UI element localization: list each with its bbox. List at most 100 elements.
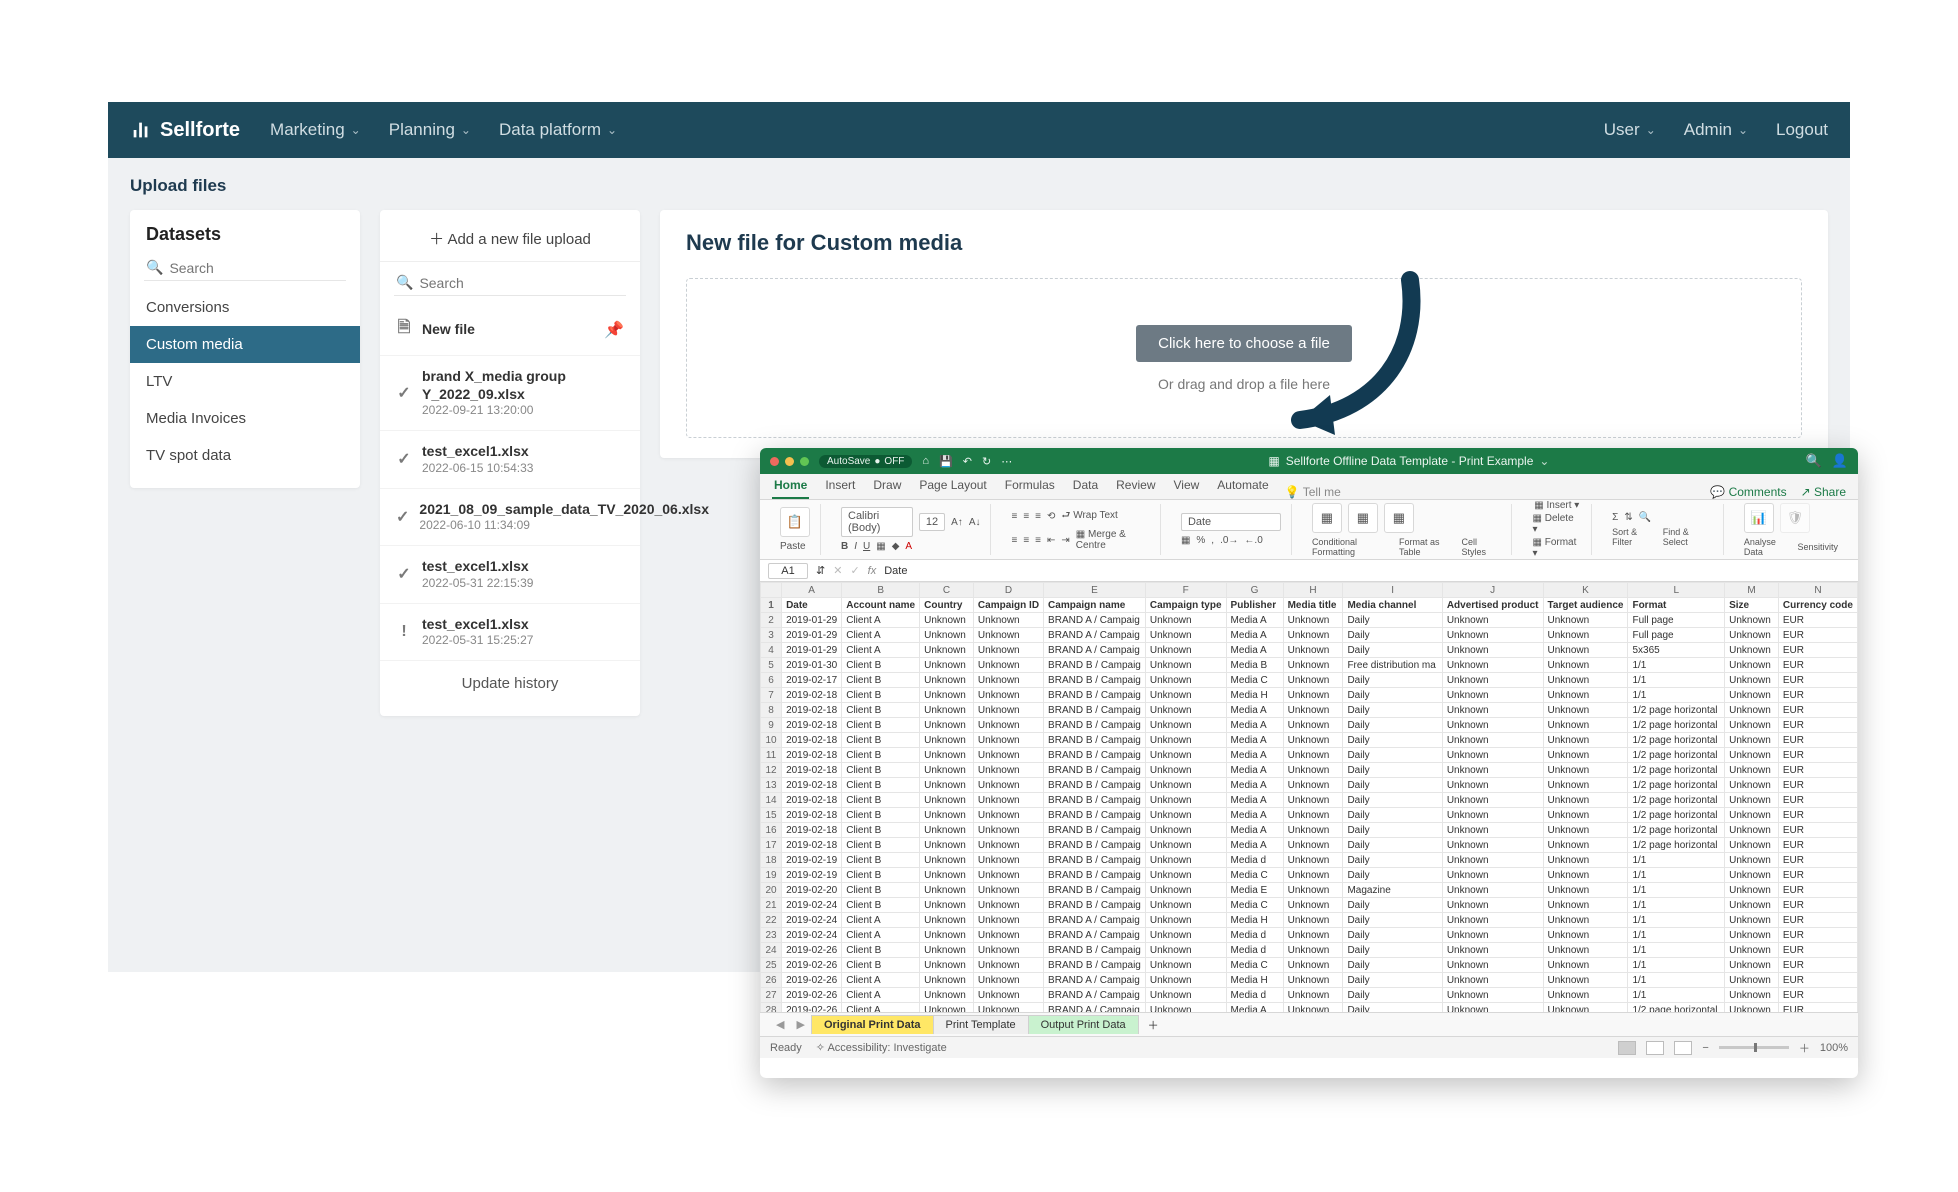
view-page-layout-button[interactable] (1646, 1041, 1664, 1055)
data-cell[interactable]: Unknown (1543, 868, 1628, 883)
data-cell[interactable]: Unknown (1442, 913, 1543, 928)
data-cell[interactable]: 1/1 (1628, 868, 1725, 883)
data-cell[interactable]: Unknown (1442, 883, 1543, 898)
col-header[interactable]: H (1283, 583, 1343, 598)
data-cell[interactable]: Unknown (973, 1003, 1043, 1013)
data-cell[interactable]: EUR (1778, 673, 1857, 688)
data-cell[interactable]: Unknown (1543, 643, 1628, 658)
view-normal-button[interactable] (1618, 1041, 1636, 1055)
data-cell[interactable]: Unknown (1543, 838, 1628, 853)
data-cell[interactable]: Unknown (1442, 988, 1543, 1003)
data-cell[interactable]: EUR (1778, 988, 1857, 1003)
data-cell[interactable]: Unknown (1442, 868, 1543, 883)
data-cell[interactable]: Media A (1226, 643, 1283, 658)
data-cell[interactable]: 1/1 (1628, 913, 1725, 928)
data-cell[interactable]: Unknown (1543, 958, 1628, 973)
data-cell[interactable]: 1/2 page horizontal (1628, 793, 1725, 808)
data-cell[interactable]: EUR (1778, 898, 1857, 913)
data-cell[interactable]: Unknown (1145, 868, 1226, 883)
data-cell[interactable]: BRAND B / Campaig (1044, 703, 1146, 718)
comments-button[interactable]: 💬 Comments (1710, 485, 1786, 499)
row-header[interactable]: 11 (761, 748, 782, 763)
nav-marketing[interactable]: Marketing ⌄ (270, 120, 361, 140)
data-cell[interactable]: Unknown (1442, 928, 1543, 943)
data-cell[interactable]: Unknown (1145, 778, 1226, 793)
data-cell[interactable]: Unknown (1725, 973, 1779, 988)
sheet-tab[interactable]: Output Print Data (1028, 1015, 1139, 1034)
data-cell[interactable]: 1/1 (1628, 688, 1725, 703)
data-cell[interactable]: Client B (842, 763, 920, 778)
data-cell[interactable]: Unknown (1543, 928, 1628, 943)
data-cell[interactable]: Unknown (920, 643, 974, 658)
data-cell[interactable]: Unknown (920, 658, 974, 673)
data-cell[interactable]: Unknown (1283, 988, 1343, 1003)
data-cell[interactable]: Unknown (1543, 733, 1628, 748)
data-cell[interactable]: Daily (1343, 853, 1442, 868)
dec-dec-icon[interactable]: ←.0 (1244, 535, 1262, 546)
align-top-icon[interactable]: ≡ (1011, 511, 1017, 522)
data-cell[interactable]: 2019-02-18 (782, 823, 842, 838)
excel-grid[interactable]: ABCDEFGHIJKLMN1DateAccount nameCountryCa… (760, 582, 1858, 1012)
data-cell[interactable]: 2019-01-29 (782, 628, 842, 643)
data-cell[interactable]: Media d (1226, 988, 1283, 1003)
data-cell[interactable]: Unknown (1725, 658, 1779, 673)
data-cell[interactable]: 1/1 (1628, 658, 1725, 673)
ribbon-tab-home[interactable]: Home (772, 473, 809, 499)
select-all-cell[interactable] (761, 583, 782, 598)
data-cell[interactable]: 1/2 page horizontal (1628, 718, 1725, 733)
data-cell[interactable]: Unknown (1543, 793, 1628, 808)
header-cell[interactable]: Target audience (1543, 598, 1628, 613)
orientation-icon[interactable]: ⟲ (1047, 511, 1055, 522)
qat-home-icon[interactable]: ⌂ (922, 455, 929, 467)
data-cell[interactable]: Media d (1226, 928, 1283, 943)
data-cell[interactable]: Unknown (973, 808, 1043, 823)
data-cell[interactable]: BRAND B / Campaig (1044, 673, 1146, 688)
data-cell[interactable]: Unknown (1543, 718, 1628, 733)
data-cell[interactable]: Unknown (1145, 928, 1226, 943)
data-cell[interactable]: 2019-02-24 (782, 898, 842, 913)
col-header[interactable]: M (1725, 583, 1779, 598)
brand-logo[interactable]: Sellforte (130, 119, 240, 142)
min-dot-icon[interactable] (785, 457, 794, 466)
data-cell[interactable]: EUR (1778, 763, 1857, 778)
data-cell[interactable]: Daily (1343, 838, 1442, 853)
data-cell[interactable]: Unknown (920, 883, 974, 898)
col-header[interactable]: A (782, 583, 842, 598)
dataset-conversions[interactable]: Conversions (130, 289, 360, 326)
col-header[interactable]: N (1778, 583, 1857, 598)
data-cell[interactable]: BRAND A / Campaig (1044, 628, 1146, 643)
data-cell[interactable]: 1/2 page horizontal (1628, 763, 1725, 778)
data-cell[interactable]: Client A (842, 628, 920, 643)
row-header[interactable]: 14 (761, 793, 782, 808)
data-cell[interactable]: 2019-02-18 (782, 808, 842, 823)
dataset-custom-media[interactable]: Custom media (130, 326, 360, 363)
data-cell[interactable]: BRAND B / Campaig (1044, 763, 1146, 778)
data-cell[interactable]: EUR (1778, 808, 1857, 823)
sheet-nav-next-icon[interactable]: ▶ (790, 1018, 810, 1031)
col-header[interactable]: J (1442, 583, 1543, 598)
data-cell[interactable]: Client A (842, 643, 920, 658)
dataset-tv-spot-data[interactable]: TV spot data (130, 437, 360, 474)
data-cell[interactable]: Media E (1226, 883, 1283, 898)
data-cell[interactable]: Unknown (973, 748, 1043, 763)
data-cell[interactable]: Media A (1226, 628, 1283, 643)
data-cell[interactable]: Unknown (1725, 823, 1779, 838)
data-cell[interactable]: Client B (842, 703, 920, 718)
data-cell[interactable]: EUR (1778, 643, 1857, 658)
fx-icon[interactable]: fx (868, 565, 877, 577)
data-cell[interactable]: Client B (842, 868, 920, 883)
data-cell[interactable]: Daily (1343, 1003, 1442, 1013)
data-cell[interactable]: Media A (1226, 763, 1283, 778)
data-cell[interactable]: 1/2 page horizontal (1628, 778, 1725, 793)
data-cell[interactable]: Unknown (973, 613, 1043, 628)
data-cell[interactable]: BRAND B / Campaig (1044, 823, 1146, 838)
header-cell[interactable]: Campaign name (1044, 598, 1146, 613)
data-cell[interactable]: Unknown (1543, 1003, 1628, 1013)
data-cell[interactable]: Unknown (1145, 703, 1226, 718)
data-cell[interactable]: 2019-02-26 (782, 988, 842, 1003)
data-cell[interactable]: 1/2 page horizontal (1628, 808, 1725, 823)
data-cell[interactable]: 2019-02-24 (782, 928, 842, 943)
paste-button[interactable]: 📋 (780, 507, 810, 537)
data-cell[interactable]: EUR (1778, 853, 1857, 868)
data-cell[interactable]: Daily (1343, 973, 1442, 988)
